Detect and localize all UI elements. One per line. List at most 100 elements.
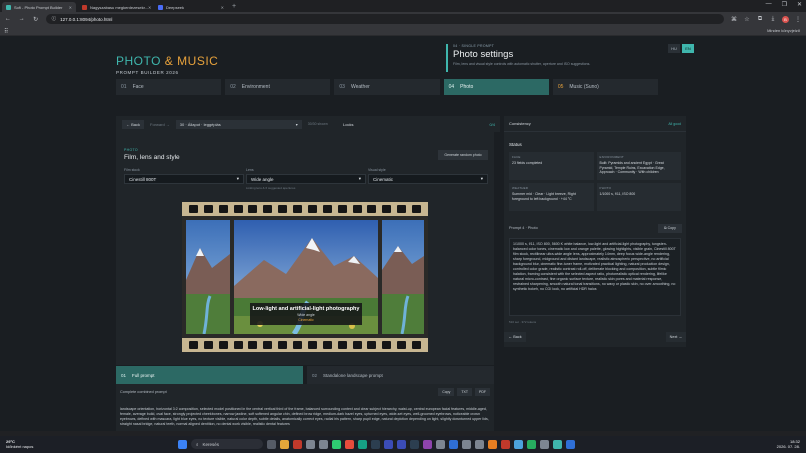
preview-caption: Low-light and artificial-light photograp… — [250, 303, 362, 325]
tab-favicon-icon — [6, 4, 11, 10]
close-icon[interactable]: ✕ — [221, 5, 224, 10]
all-bookmarks-link[interactable]: Minden könyvjelző — [767, 28, 800, 33]
language-switch: HU EN — [668, 44, 694, 53]
app-icon[interactable] — [293, 439, 302, 449]
chevron-down-icon: ▾ — [480, 176, 483, 181]
status-card-photo: PHOTO 1/1000 s, f/11, ISO 800 — [596, 183, 681, 211]
task-view-icon[interactable] — [267, 439, 276, 449]
forward-arrow-icon[interactable]: → — [18, 16, 26, 22]
bookmarks-bar: ⠿ Minden könyvjelző — [0, 26, 806, 36]
step-environment[interactable]: 02 Environment — [225, 79, 331, 95]
taskbar-search[interactable]: ⌕ Keresés — [191, 439, 263, 449]
locks-count: 0/4 — [489, 121, 495, 127]
minimize-button[interactable]: — — [766, 1, 772, 8]
app-icon[interactable] — [319, 439, 328, 449]
address-bar[interactable]: ⓘ 127.0.0.1:8094/photo.html — [45, 14, 724, 24]
lang-hu-button[interactable]: HU — [668, 44, 680, 53]
system-tray-clock[interactable]: 18:32 2026. 07. 28. — [777, 439, 800, 449]
film-stock-select[interactable]: Cinestill 800T ▾ — [124, 174, 244, 184]
bookmark-star-icon[interactable]: ☆ — [743, 16, 751, 23]
profile-avatar[interactable]: B — [782, 15, 789, 23]
app-icon[interactable] — [397, 439, 406, 449]
tab-standalone-landscape[interactable]: 02 Standalone landscape prompt — [307, 366, 494, 384]
status-title: Status — [509, 142, 522, 147]
section-header: 04 · SINGLE PROMPT Photo settings Film, … — [446, 44, 661, 72]
lang-en-button[interactable]: EN — [682, 44, 694, 53]
app-icon[interactable] — [501, 439, 510, 449]
app-icon[interactable] — [475, 439, 484, 449]
close-icon[interactable]: ✕ — [148, 5, 151, 10]
history-forward-button[interactable]: Forward → — [150, 122, 170, 127]
app-icon[interactable] — [488, 439, 497, 449]
preset-select[interactable]: 30 · Állapot · leggépiás ▾ — [175, 119, 302, 129]
app-icon[interactable] — [371, 439, 380, 449]
browser-tab-deepseek[interactable]: Deepseek ✕ — [154, 2, 228, 12]
film-strip-preview: Low-light and artificial-light photograp… — [182, 202, 428, 352]
site-info-icon[interactable]: ⓘ — [52, 16, 57, 22]
brand-title: PHOTO & MUSIC — [116, 54, 219, 68]
film-stock-field: Film stock Cinestill 800T ▾ — [124, 168, 244, 184]
apps-grid-icon[interactable]: ⠿ — [4, 28, 8, 35]
generate-random-photo-button[interactable]: Generate random photo — [438, 150, 488, 160]
step-photo[interactable]: 04 Photo — [443, 79, 549, 95]
page-title: Photo settings — [453, 49, 514, 60]
close-icon[interactable]: ✕ — [69, 5, 72, 10]
lens-select[interactable]: Wide angle ▾ — [246, 174, 366, 184]
app-icon[interactable] — [553, 439, 562, 449]
reload-icon[interactable]: ↻ — [32, 16, 40, 23]
copy-prompt-button[interactable]: ⧉ Copy — [658, 224, 682, 233]
copy-output-button[interactable]: Copy — [438, 388, 455, 396]
url-text: 127.0.0.1:8094/photo.html — [60, 16, 113, 22]
download-icon[interactable]: ⤓ — [769, 16, 777, 23]
app-icon[interactable] — [410, 439, 419, 449]
weather-widget[interactable]: 29°C Időnként napos — [6, 439, 33, 449]
menu-icon[interactable]: ⋮ — [794, 16, 802, 23]
app-icon[interactable] — [566, 439, 575, 449]
status-card-weather: WEATHER Summer mid · Clear · Light breez… — [509, 183, 594, 211]
app-icon[interactable] — [306, 439, 315, 449]
app-icon[interactable] — [358, 439, 367, 449]
vscode-icon[interactable] — [449, 439, 458, 449]
browser-tab-2[interactable]: Nagyszabasu megkerdezesekr... ✕ — [78, 2, 152, 12]
status-card-environment: ENVIRONMENT Built: Pyramids and ancient … — [596, 152, 681, 180]
file-explorer-icon[interactable] — [280, 439, 289, 449]
new-tab-button[interactable]: + — [232, 2, 236, 12]
film-sprockets-top — [182, 202, 428, 216]
output-textarea[interactable]: landscape orientation, horizontal 3:2 co… — [120, 407, 490, 431]
output-actions: Copy TXT PDF — [438, 388, 490, 396]
app-icon[interactable] — [332, 439, 341, 449]
step-face[interactable]: 01 Face — [116, 79, 222, 95]
app-icon[interactable] — [527, 439, 536, 449]
film-frame-right — [382, 220, 424, 334]
locks-header[interactable]: Locks 0/4 — [338, 116, 500, 132]
step-weather[interactable]: 03 Weather — [334, 79, 440, 95]
extensions-icon[interactable]: ⧉ — [756, 16, 764, 23]
browser-toolbar: ← → ↻ ⓘ 127.0.0.1:8094/photo.html ⌘ ☆ ⧉ … — [0, 12, 806, 26]
output-label: Complete combined prompt — [120, 390, 167, 394]
prompt-textarea[interactable]: 1/1000 s, f/11, ISO 800, 5600 K white ba… — [509, 238, 681, 316]
maximize-button[interactable]: ❐ — [782, 1, 787, 8]
lens-hint: Linking lens & 6 suggested apertures — [246, 186, 296, 190]
app-icon[interactable] — [436, 439, 445, 449]
history-back-button[interactable]: ← Back — [122, 119, 145, 129]
app-icon[interactable] — [384, 439, 393, 449]
start-icon[interactable] — [178, 439, 187, 449]
back-button[interactable]: ← Back — [504, 332, 526, 342]
step-tabs: 01 Face 02 Environment 03 Weather 04 Pho… — [116, 79, 659, 95]
tab-full-prompt[interactable]: 01 Full prompt — [116, 366, 303, 384]
translate-icon[interactable]: ⌘ — [730, 16, 738, 23]
back-arrow-icon[interactable]: ← — [4, 16, 12, 22]
export-txt-button[interactable]: TXT — [457, 388, 472, 396]
app-icon[interactable] — [423, 439, 432, 449]
step-music[interactable]: 05 Music (Suno) — [552, 79, 659, 95]
app-icon[interactable] — [345, 439, 354, 449]
window-controls: — ❐ ✕ — [766, 1, 802, 8]
settings-icon[interactable] — [540, 439, 549, 449]
visual-style-select[interactable]: Cinematic ▾ — [368, 174, 488, 184]
browser-tab-photo-builder[interactable]: Sofi - Photo Prompt Builder ✕ — [2, 2, 76, 12]
next-button[interactable]: Next → — [666, 332, 686, 342]
export-pdf-button[interactable]: PDF — [475, 388, 490, 396]
close-window-button[interactable]: ✕ — [797, 1, 802, 8]
app-icon[interactable] — [514, 439, 523, 449]
app-icon[interactable] — [462, 439, 471, 449]
